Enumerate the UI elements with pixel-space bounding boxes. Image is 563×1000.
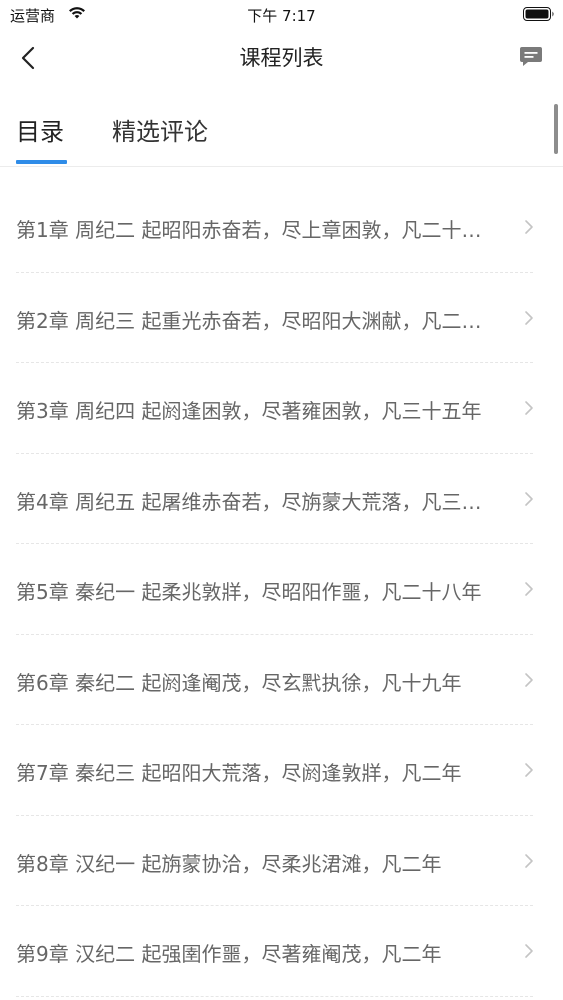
nav-bar: 课程列表 — [0, 30, 563, 86]
tab-featured-comments[interactable]: 精选评论 — [112, 112, 208, 147]
chevron-right-icon — [525, 491, 533, 506]
chapter-title: 第4章 周纪五 起屠维赤奋若，尽旃蒙大荒落，凡三十七年 — [16, 489, 486, 514]
chapter-item[interactable]: 第7章 秦纪三 起昭阳大荒落，尽阏逢敦牂，凡二年 — [16, 725, 533, 816]
chapter-title: 第1章 周纪二 起昭阳赤奋若，尽上章困敦，凡二十八年 — [16, 218, 486, 242]
chapter-title: 第8章 汉纪一 起旃蒙协洽，尽柔兆涒滩，凡二年 — [16, 851, 442, 876]
chapter-item[interactable]: 第3章 周纪四 起阏逢困敦，尽著雍困敦，凡三十五年 — [16, 363, 533, 454]
chapter-item[interactable]: 第9章 汉纪二 起强圉作噩，尽著雍阉茂，凡二年 — [16, 906, 533, 997]
chevron-right-icon — [525, 220, 533, 234]
chapter-item[interactable]: 第6章 秦纪二 起阏逢阉茂，尽玄黓执徐，凡十九年 — [16, 635, 533, 725]
chapter-list: 第1章 周纪二 起昭阳赤奋若，尽上章困敦，凡二十八年 第2章 周纪三 起重光赤奋… — [0, 182, 563, 997]
chapter-title: 第6章 秦纪二 起阏逢阉茂，尽玄黓执徐，凡十九年 — [16, 670, 462, 695]
tab-catalog[interactable]: 目录 — [16, 112, 64, 147]
tab-bar: 目录 精选评论 — [0, 100, 563, 167]
chapter-title: 第5章 秦纪一 起柔兆敦牂，尽昭阳作噩，凡二十八年 — [16, 580, 482, 604]
chevron-right-icon — [525, 672, 533, 687]
message-icon — [520, 47, 542, 66]
chevron-right-icon — [525, 944, 533, 958]
message-button[interactable] — [517, 43, 545, 71]
chevron-right-icon — [525, 310, 533, 325]
chapter-title: 第7章 秦纪三 起昭阳大荒落，尽阏逢敦牂，凡二年 — [16, 761, 462, 785]
chapter-item[interactable]: 第5章 秦纪一 起柔兆敦牂，尽昭阳作噩，凡二十八年 — [16, 544, 533, 635]
chevron-right-icon — [525, 853, 533, 868]
page-title: 课程列表 — [239, 46, 324, 70]
chapter-item[interactable]: 第8章 汉纪一 起旃蒙协洽，尽柔兆涒滩，凡二年 — [16, 816, 533, 906]
battery-icon — [523, 7, 554, 21]
chapter-title: 第3章 周纪四 起阏逢困敦，尽著雍困敦，凡三十五年 — [16, 399, 482, 423]
chapter-title: 第9章 汉纪二 起强圉作噩，尽著雍阉茂，凡二年 — [16, 942, 442, 966]
chapter-title: 第2章 周纪三 起重光赤奋若，尽昭阳大渊献，凡二十三年 — [16, 308, 486, 333]
chevron-right-icon — [525, 763, 533, 777]
chapter-item[interactable]: 第1章 周纪二 起昭阳赤奋若，尽上章困敦，凡二十八年 — [16, 182, 533, 273]
scrollbar[interactable] — [554, 104, 558, 154]
chevron-right-icon — [525, 582, 533, 596]
status-time: 下午 7:17 — [247, 7, 316, 25]
chapter-item[interactable]: 第2章 周纪三 起重光赤奋若，尽昭阳大渊献，凡二十三年 — [16, 273, 533, 363]
chapter-item[interactable]: 第4章 周纪五 起屠维赤奋若，尽旃蒙大荒落，凡三十七年 — [16, 454, 533, 544]
status-bar: 运营商 下午 7:17 — [0, 0, 563, 30]
active-tab-indicator — [16, 160, 67, 164]
chevron-right-icon — [525, 401, 533, 415]
